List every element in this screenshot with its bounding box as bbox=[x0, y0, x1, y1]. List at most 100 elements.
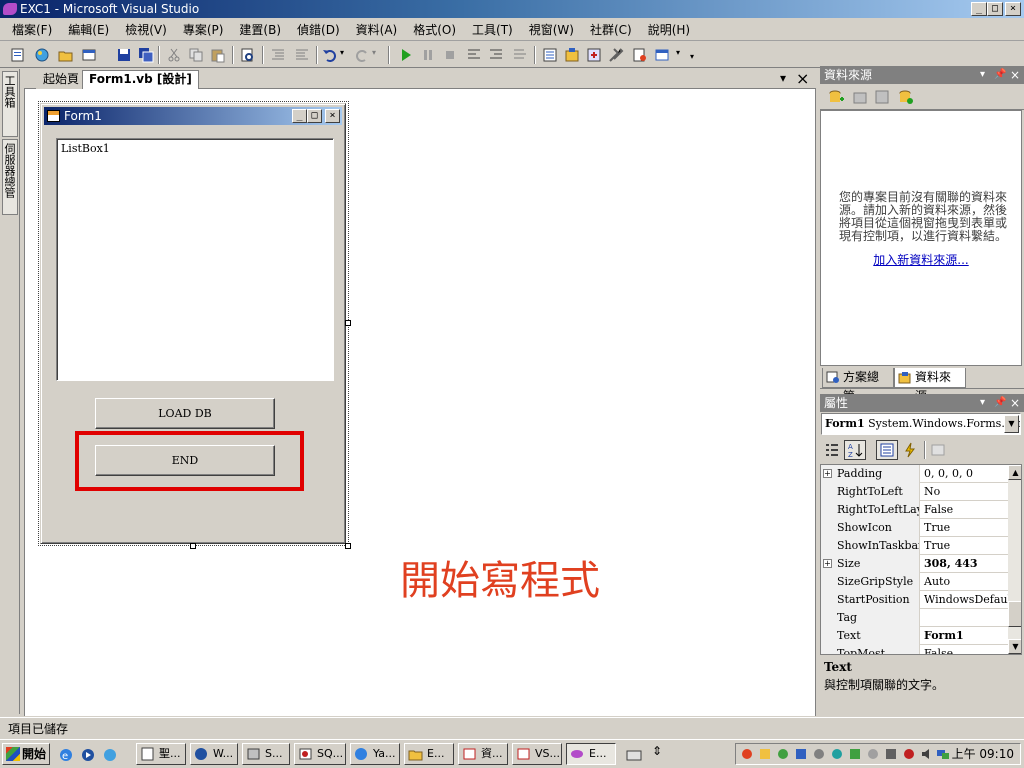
menu-file[interactable]: 檔案(F) bbox=[4, 21, 60, 38]
open-file-icon[interactable] bbox=[58, 47, 74, 63]
uncomment-icon[interactable] bbox=[294, 47, 310, 63]
server-explorer-tab[interactable]: 伺服器總管 bbox=[2, 139, 18, 215]
property-value[interactable]: True bbox=[921, 537, 1008, 555]
cut-icon[interactable] bbox=[166, 47, 182, 63]
tab-datasource[interactable]: 資料來源 bbox=[894, 368, 966, 403]
tray-icon[interactable] bbox=[866, 747, 880, 761]
volume-icon[interactable] bbox=[920, 747, 934, 761]
property-value[interactable]: Form1 bbox=[921, 627, 1008, 645]
undo-dropdown-icon[interactable]: ▾ bbox=[340, 48, 344, 57]
redo-icon[interactable] bbox=[354, 47, 370, 63]
resize-handle-right[interactable] bbox=[345, 320, 351, 326]
toolbox-tab[interactable]: 工具箱 bbox=[2, 71, 18, 137]
other-windows-dropdown-icon[interactable]: ▾ bbox=[676, 48, 680, 57]
scroll-down-icon[interactable]: ▼ bbox=[1008, 639, 1021, 654]
language-bar-icon[interactable]: ⇕ bbox=[652, 744, 662, 758]
step-into-icon[interactable] bbox=[466, 47, 482, 63]
tab-solution-explorer[interactable]: 方案總管 bbox=[822, 368, 894, 403]
tray-icon[interactable] bbox=[776, 747, 790, 761]
tray-icon[interactable] bbox=[758, 747, 772, 761]
object-selector[interactable]: Form1 System.Windows.Forms.Form ▼ bbox=[821, 413, 1021, 435]
alphabetical-button[interactable]: AZ bbox=[844, 440, 866, 460]
properties-pin-icon[interactable]: 📌 bbox=[994, 394, 1006, 412]
load-db-button[interactable]: LOAD DB bbox=[95, 398, 275, 429]
show-desktop-icon[interactable] bbox=[102, 747, 118, 763]
media-player-icon[interactable] bbox=[80, 747, 96, 763]
class-view-icon[interactable] bbox=[632, 47, 648, 63]
menu-community[interactable]: 社群(C) bbox=[582, 21, 640, 38]
menu-edit[interactable]: 編輯(E) bbox=[60, 21, 117, 38]
tray-icon[interactable] bbox=[884, 747, 898, 761]
menu-build[interactable]: 建置(B) bbox=[231, 21, 289, 38]
keyboard-icon[interactable] bbox=[626, 748, 642, 762]
menu-help[interactable]: 說明(H) bbox=[640, 21, 698, 38]
resize-handle-bottom[interactable] bbox=[190, 543, 196, 549]
menu-project[interactable]: 專案(P) bbox=[175, 21, 232, 38]
copy-icon[interactable] bbox=[188, 47, 204, 63]
taskbar-button[interactable]: 聖... bbox=[136, 743, 186, 765]
expand-icon[interactable]: + bbox=[823, 559, 832, 568]
property-row[interactable]: TopMost False bbox=[821, 645, 1008, 654]
menu-debug[interactable]: 偵錯(D) bbox=[289, 21, 348, 38]
panel-close-icon[interactable]: × bbox=[1010, 66, 1020, 84]
property-value[interactable]: No bbox=[921, 483, 1008, 501]
property-row[interactable]: ShowIcon True bbox=[821, 519, 1008, 537]
properties-window-icon[interactable] bbox=[564, 47, 580, 63]
menu-tools[interactable]: 工具(T) bbox=[464, 21, 521, 38]
redo-dropdown-icon[interactable]: ▾ bbox=[372, 48, 376, 57]
solution-explorer-icon[interactable] bbox=[542, 47, 558, 63]
property-row[interactable]: StartPositionWindowsDefaultLocation bbox=[821, 591, 1008, 609]
property-row[interactable]: ShowInTaskbar True bbox=[821, 537, 1008, 555]
step-over-icon[interactable] bbox=[488, 47, 504, 63]
tray-icon[interactable] bbox=[794, 747, 808, 761]
property-row[interactable]: Padding 0, 0, 0, 0 + bbox=[821, 465, 1008, 483]
property-value[interactable]: WindowsDefaultLocation bbox=[921, 591, 1008, 609]
property-value[interactable] bbox=[921, 609, 1008, 627]
property-row[interactable]: SizeGripStyle Auto bbox=[821, 573, 1008, 591]
taskbar-button[interactable]: 資... bbox=[458, 743, 508, 765]
properties-view-button[interactable] bbox=[876, 440, 898, 460]
tray-icon[interactable] bbox=[812, 747, 826, 761]
menu-format[interactable]: 格式(O) bbox=[405, 21, 464, 38]
active-files-dropdown-icon[interactable]: ▾ bbox=[780, 71, 786, 85]
property-row[interactable]: RightToLeft No bbox=[821, 483, 1008, 501]
taskbar-button[interactable]: VS... bbox=[512, 743, 562, 765]
toolbox-icon[interactable] bbox=[608, 47, 624, 63]
properties-close-icon[interactable]: × bbox=[1010, 394, 1020, 412]
save-icon[interactable] bbox=[116, 47, 132, 63]
properties-options-icon[interactable]: ▾ bbox=[980, 394, 985, 412]
property-row[interactable]: Tag bbox=[821, 609, 1008, 627]
start-button[interactable]: 開始 bbox=[2, 743, 50, 765]
stop-icon[interactable] bbox=[442, 47, 458, 63]
step-out-icon[interactable] bbox=[512, 47, 528, 63]
ie-icon[interactable]: e bbox=[58, 747, 74, 763]
menu-view[interactable]: 檢視(V) bbox=[117, 21, 175, 38]
property-pages-icon[interactable] bbox=[930, 442, 946, 458]
pause-icon[interactable] bbox=[420, 47, 436, 63]
property-value[interactable]: Auto bbox=[921, 573, 1008, 591]
object-selector-dropdown-icon[interactable]: ▼ bbox=[1004, 415, 1019, 433]
paste-icon[interactable] bbox=[210, 47, 226, 63]
property-value[interactable]: 308, 443 bbox=[921, 555, 1008, 573]
taskbar-button-active[interactable]: E... bbox=[566, 743, 616, 765]
property-value[interactable]: 0, 0, 0, 0 bbox=[921, 465, 1008, 483]
comment-icon[interactable] bbox=[270, 47, 286, 63]
property-row[interactable]: RightToLeftLayoutFalse bbox=[821, 501, 1008, 519]
taskbar-button[interactable]: W... bbox=[190, 743, 238, 765]
undo-icon[interactable] bbox=[322, 47, 338, 63]
add-item-icon[interactable] bbox=[82, 47, 98, 63]
tab-start-page[interactable]: 起始頁 bbox=[36, 70, 87, 89]
property-grid-scrollbar[interactable]: ▲ ▼ bbox=[1008, 465, 1021, 654]
refresh-datasource-icon[interactable] bbox=[898, 89, 914, 105]
start-debugging-icon[interactable] bbox=[398, 47, 414, 63]
minimize-button[interactable]: _ bbox=[971, 2, 987, 16]
scroll-thumb[interactable] bbox=[1008, 601, 1021, 627]
new-project-icon[interactable] bbox=[10, 47, 26, 63]
resize-handle-corner[interactable] bbox=[345, 543, 351, 549]
add-datasource-icon[interactable] bbox=[828, 89, 844, 105]
taskbar-button[interactable]: Ya... bbox=[350, 743, 400, 765]
property-row[interactable]: Text Form1 bbox=[821, 627, 1008, 645]
taskbar-button[interactable]: SQ... bbox=[294, 743, 346, 765]
categorized-icon[interactable] bbox=[824, 442, 840, 458]
menu-window[interactable]: 視窗(W) bbox=[521, 21, 582, 38]
